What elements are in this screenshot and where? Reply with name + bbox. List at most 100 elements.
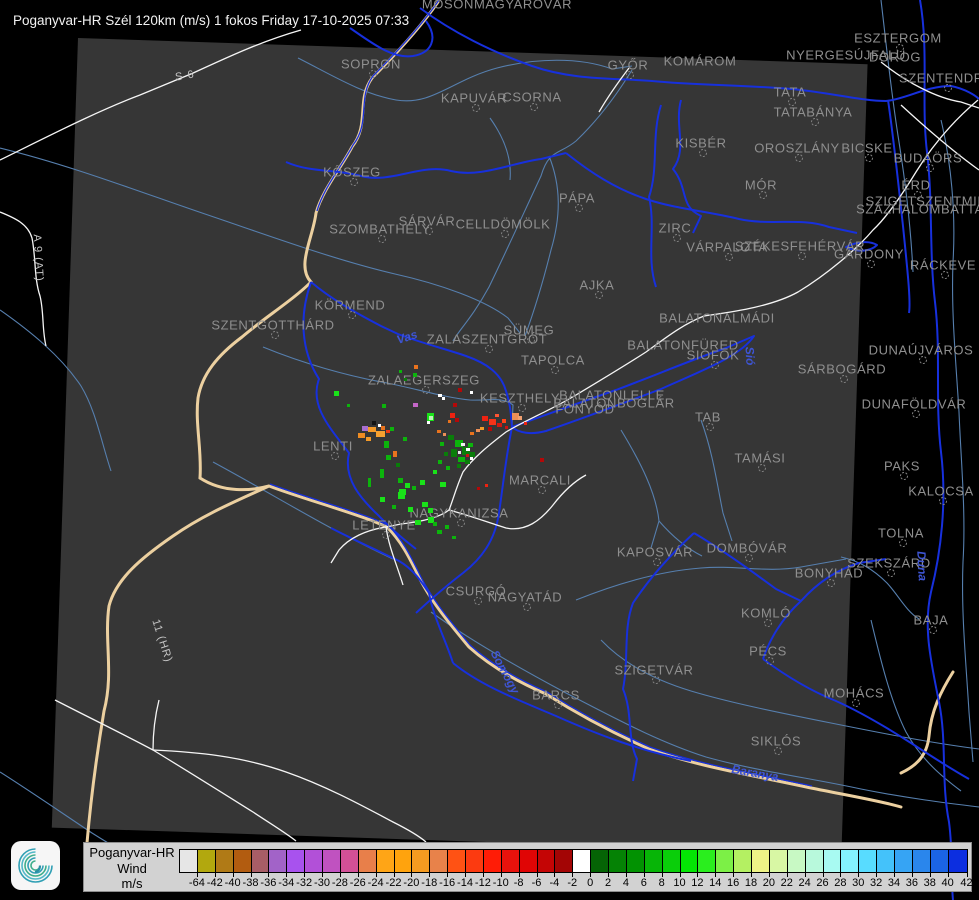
- city-label: BARCS: [532, 687, 580, 703]
- legend-color-box: 14: [698, 850, 721, 889]
- legend-tick-value: 12: [691, 877, 704, 889]
- legend-tick-value: -4: [549, 877, 560, 889]
- city-label: TAPOLCA: [521, 352, 585, 368]
- road-label: A 9 (AT): [30, 233, 46, 283]
- legend-color-box: 2: [591, 850, 611, 889]
- legend-tick-value: 42: [960, 877, 973, 889]
- legend-tick-value: -34: [278, 877, 295, 889]
- city-label: GÁRDONY: [834, 246, 904, 262]
- city-label: KOMLÓ: [741, 605, 791, 621]
- city-label: TATABÁNYA: [773, 104, 853, 120]
- city-label: GYŐR: [607, 57, 649, 73]
- legend-tick-value: 18: [744, 877, 758, 889]
- city-label: ZIRC: [658, 220, 692, 236]
- legend-color-box: -64: [180, 850, 205, 889]
- legend-color-box: -14: [448, 850, 473, 889]
- city-label: CSORNA: [502, 89, 562, 105]
- legend-text: Poganyvar-HR Wind m/s: [87, 845, 177, 892]
- city-label: TOLNA: [877, 525, 925, 541]
- city-label: BICSKE: [841, 140, 893, 156]
- city-label: NAGYATÁD: [487, 589, 563, 605]
- city-label: KAPOSVÁR: [616, 544, 694, 560]
- city-label: CELLDÖMÖLK: [455, 216, 551, 232]
- city-label: TAB: [694, 409, 722, 425]
- city-label: SZENTGOTTHÁRD: [211, 317, 335, 333]
- legend-tick-value: -10: [492, 877, 509, 889]
- legend-color-box: -16: [430, 850, 455, 889]
- legend-panel: Poganyvar-HR Wind m/s -64 -42 -40 -38 -36 -34…: [83, 842, 973, 892]
- legend-color-box: 10: [662, 850, 686, 889]
- city-label: TAMÁSI: [734, 450, 786, 466]
- spiral-logo-icon: [18, 848, 53, 883]
- legend-tick-value: 0: [587, 877, 594, 889]
- city-label: PÉCS: [749, 643, 787, 659]
- city-label: RÁCKEVE: [909, 257, 977, 273]
- city-label: AJKA: [579, 277, 615, 293]
- legend-color-box: -28: [323, 850, 348, 889]
- legend-tick-value: -36: [260, 877, 277, 889]
- legend-tick-value: -42: [206, 877, 223, 889]
- legend-tick-value: -20: [403, 877, 420, 889]
- city-label: SZOMBATHELY: [329, 221, 431, 237]
- city-label: OROSZLÁNY: [754, 140, 840, 156]
- map-labels: MOSONMAGYARÓVÁR SOPRON GYŐR KOMÁROM ESZTERGO…: [0, 0, 979, 900]
- city-label: TATA: [773, 84, 807, 100]
- legend-color-box: -8: [501, 850, 524, 889]
- legend-tick-value: -30: [314, 877, 330, 889]
- legend-tick-value: -14: [457, 877, 473, 889]
- city-label: ZALAEGERSZEG: [368, 372, 480, 388]
- city-label: DUNAFÖLDVÁR: [861, 396, 967, 412]
- legend-tick-value: 38: [923, 877, 936, 889]
- legend-quantity: Wind: [117, 860, 147, 876]
- legend-tick-value: 14: [709, 877, 722, 889]
- city-label: ZALASZENTGRÓT: [426, 331, 548, 347]
- city-label: SZENTENDRE: [898, 70, 979, 86]
- legend-color-box: -10: [483, 850, 509, 889]
- city-label: ESZTERGOM: [854, 30, 942, 46]
- legend-tick-value: -40: [224, 877, 241, 889]
- legend-tick-value: 2: [604, 877, 612, 889]
- legend-color-box: 6: [626, 850, 647, 889]
- legend-color-box: 4: [609, 850, 629, 889]
- county-label: Vas: [394, 327, 420, 347]
- city-label: MARCALI: [509, 472, 571, 488]
- legend-tick-value: -12: [474, 877, 491, 889]
- legend-color-box: 36: [895, 850, 918, 889]
- legend-color-box: -30: [305, 850, 330, 889]
- city-label: MOHÁCS: [823, 685, 885, 701]
- city-label: DOROG: [868, 49, 922, 65]
- city-label: KŐSZEG: [323, 164, 381, 180]
- legend-color-box: 20: [752, 850, 775, 889]
- legend-tick-value: 16: [727, 877, 740, 889]
- legend-color-box: 28: [823, 850, 847, 889]
- legend-color-box: 12: [680, 850, 704, 889]
- legend-tick-value: 32: [870, 877, 883, 889]
- legend-color-box: 8: [644, 850, 665, 889]
- city-label: KISBÉR: [675, 135, 727, 151]
- city-label: SZÁZHALOMBATTA: [856, 201, 979, 217]
- county-label: Sió: [742, 346, 758, 366]
- legend-color-box: 42: [948, 850, 973, 889]
- city-label: DUNAÚJVÁROS: [868, 342, 974, 358]
- road-label: 11 (HR): [149, 617, 175, 665]
- legend-tick-value: 6: [640, 877, 647, 889]
- city-label: KAPUVÁR: [440, 90, 508, 106]
- legend-tick-value: 28: [834, 877, 847, 889]
- legend-tick-value: -32: [296, 877, 313, 889]
- legend-tick-value: -2: [567, 877, 578, 889]
- legend-tick-value: 34: [887, 877, 901, 889]
- legend-color-box: 32: [859, 850, 882, 889]
- city-label: LENTI: [313, 438, 353, 454]
- legend-tick-value: 20: [762, 877, 775, 889]
- legend-tick-value: 40: [941, 877, 954, 889]
- legend-tick-value: 10: [673, 877, 686, 889]
- legend-color-box: -6: [519, 850, 541, 889]
- legend-tick-value: -8: [513, 877, 524, 889]
- county-label: Baranya: [730, 761, 780, 785]
- legend-tick-value: -28: [331, 877, 348, 889]
- legend-tick-value: -6: [531, 877, 542, 889]
- legend-tick-value: -38: [242, 877, 259, 889]
- legend-tick-value: -64: [188, 877, 205, 889]
- legend-color-box: -2: [555, 850, 577, 889]
- city-label: FONYÓD: [555, 401, 615, 417]
